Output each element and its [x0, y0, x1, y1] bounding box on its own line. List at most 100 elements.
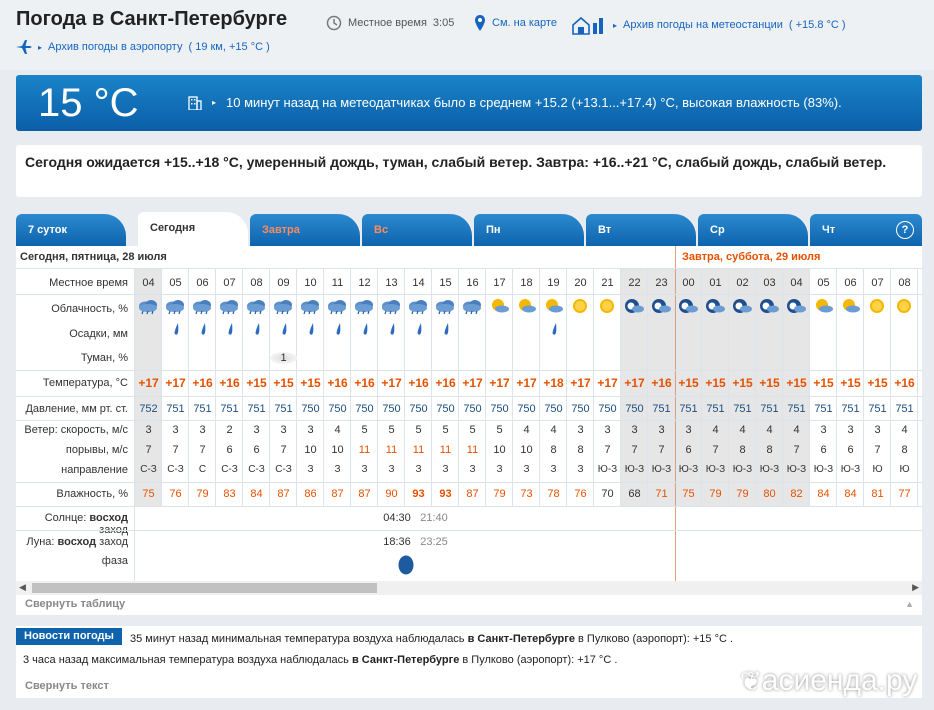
gust-cell: 7	[145, 444, 152, 456]
tab-today[interactable]: Сегодня	[138, 212, 248, 246]
collapse-up-icon[interactable]: ▲	[905, 599, 914, 609]
current-sensor-summary: ▸ 10 минут назад на метеодатчиках было в…	[188, 94, 842, 110]
humidity-cell: 84	[250, 488, 263, 500]
temp-cell: +16	[192, 376, 213, 390]
col-divider	[296, 268, 297, 506]
time-cell: 02	[736, 277, 749, 289]
pressure-cell: 750	[355, 403, 374, 415]
help-icon[interactable]: ?	[896, 221, 914, 239]
news-item-1: 35 минут назад минимальная температура в…	[130, 633, 733, 645]
news-item-2-post: в Пулково (аэропорт): +17 °C .	[462, 654, 618, 666]
col-divider	[350, 268, 351, 506]
time-cell: 06	[196, 277, 209, 289]
time-cell: 13	[385, 277, 398, 289]
direction-cell: С-З	[248, 464, 265, 475]
collapse-text-link[interactable]: Свернуть текст	[25, 680, 109, 692]
humidity-cell: 80	[763, 488, 776, 500]
row-divider	[16, 482, 922, 483]
pressure-cell: 751	[652, 403, 671, 415]
station-archive-link[interactable]: ▸ Архив погоды на метеостанции ( +15.8 °…	[571, 15, 846, 35]
label-direction: направление	[61, 464, 128, 476]
direction-cell: Ю-З	[732, 464, 753, 475]
table-scrollbar[interactable]: ◀ ▶	[16, 581, 922, 595]
direction-cell: Ю-З	[705, 464, 726, 475]
partly-sunny-icon	[492, 299, 509, 313]
building-icon	[188, 96, 202, 110]
station-archive-label[interactable]: Архив погоды на метеостанции	[623, 19, 783, 31]
col-divider	[485, 268, 486, 506]
tab-thursday-label: Чт	[822, 224, 836, 236]
collapse-table-link[interactable]: Свернуть таблицу ▲	[16, 595, 922, 615]
humidity-cell: 82	[790, 488, 803, 500]
wind-cell: 3	[307, 424, 314, 436]
direction-cell: С-З	[221, 464, 238, 475]
tab-7-days[interactable]: 7 суток	[16, 214, 126, 246]
raindrop-icon	[282, 323, 287, 335]
wind-cell: 4	[523, 424, 530, 436]
local-time: Местное время 3:05	[326, 15, 454, 31]
gust-cell: 8	[766, 444, 773, 456]
wind-cell: 4	[739, 424, 746, 436]
airport-archive-label[interactable]: Архив погоды в аэропорту	[48, 41, 182, 53]
col-divider	[566, 268, 567, 506]
tab-sunday[interactable]: Вс	[362, 214, 472, 246]
humidity-cell: 76	[169, 488, 182, 500]
label-temp: Температура, °C	[42, 377, 128, 389]
wind-cell: 3	[280, 424, 287, 436]
humidity-cell: 87	[358, 488, 371, 500]
map-link[interactable]: См. на карте	[474, 15, 557, 31]
tab-thursday[interactable]: Чт ?	[810, 214, 922, 246]
temp-cell: +16	[354, 376, 375, 390]
raindrop-icon	[417, 323, 422, 335]
pressure-cell: 750	[328, 403, 347, 415]
time-cell: 08	[250, 277, 263, 289]
pressure-cell: 750	[301, 403, 320, 415]
gust-cell: 7	[631, 444, 638, 456]
pressure-cell: 750	[436, 403, 455, 415]
label-sun: Солнце: восход заход	[16, 512, 132, 536]
time-cell: 09	[277, 277, 290, 289]
temp-cell: +15	[759, 376, 780, 390]
tab-wednesday[interactable]: Ср	[698, 214, 808, 246]
map-link-label[interactable]: См. на карте	[492, 17, 557, 29]
gust-cell: 7	[199, 444, 206, 456]
tab-tuesday[interactable]: Вт	[586, 214, 696, 246]
col-divider	[458, 268, 459, 506]
humidity-cell: 76	[574, 488, 587, 500]
wind-cell: 4	[793, 424, 800, 436]
news-item-1-post: в Пулково (аэропорт): +15 °C .	[578, 633, 734, 645]
wind-cell: 4	[901, 424, 908, 436]
wind-cell: 5	[361, 424, 368, 436]
gust-cell: 11	[439, 444, 452, 456]
col-divider	[188, 268, 189, 506]
collapse-table-label[interactable]: Свернуть таблицу	[25, 598, 125, 610]
time-cell: 14	[412, 277, 425, 289]
gust-cell: 7	[604, 444, 611, 456]
direction-cell: З	[469, 464, 476, 475]
temp-cell: +15	[813, 376, 834, 390]
clock-icon	[326, 15, 342, 31]
direction-cell: Ю-З	[597, 464, 618, 475]
col-divider	[161, 268, 162, 506]
fog-cell: 1	[270, 352, 297, 364]
time-cell: 04	[142, 277, 155, 289]
wind-cell: 3	[172, 424, 179, 436]
raindrop-icon	[201, 323, 206, 335]
temp-cell: +17	[138, 376, 159, 390]
temp-cell: +15	[705, 376, 726, 390]
scroll-right-arrow-icon[interactable]: ▶	[912, 582, 919, 593]
temp-cell: +17	[381, 376, 402, 390]
scrollbar-thumb[interactable]	[32, 583, 377, 593]
scroll-left-arrow-icon[interactable]: ◀	[19, 582, 26, 593]
airport-archive-link[interactable]: ▸ Архив погоды в аэропорту ( 19 км, +15 …	[16, 40, 270, 54]
news-item-2-city: в Санкт-Петербурге	[351, 654, 460, 666]
gust-cell: 7	[280, 444, 287, 456]
pressure-cell: 751	[247, 403, 266, 415]
forecast-summary: Сегодня ожидается +15..+18 °C, умеренный…	[16, 145, 922, 197]
pressure-cell: 751	[868, 403, 887, 415]
airport-archive-info: ( 19 км, +15 °C )	[188, 41, 270, 53]
tab-tomorrow[interactable]: Завтра	[250, 214, 360, 246]
night-cloud-icon	[760, 299, 779, 313]
rain-cloud-icon	[436, 300, 454, 315]
tab-monday[interactable]: Пн	[474, 214, 584, 246]
